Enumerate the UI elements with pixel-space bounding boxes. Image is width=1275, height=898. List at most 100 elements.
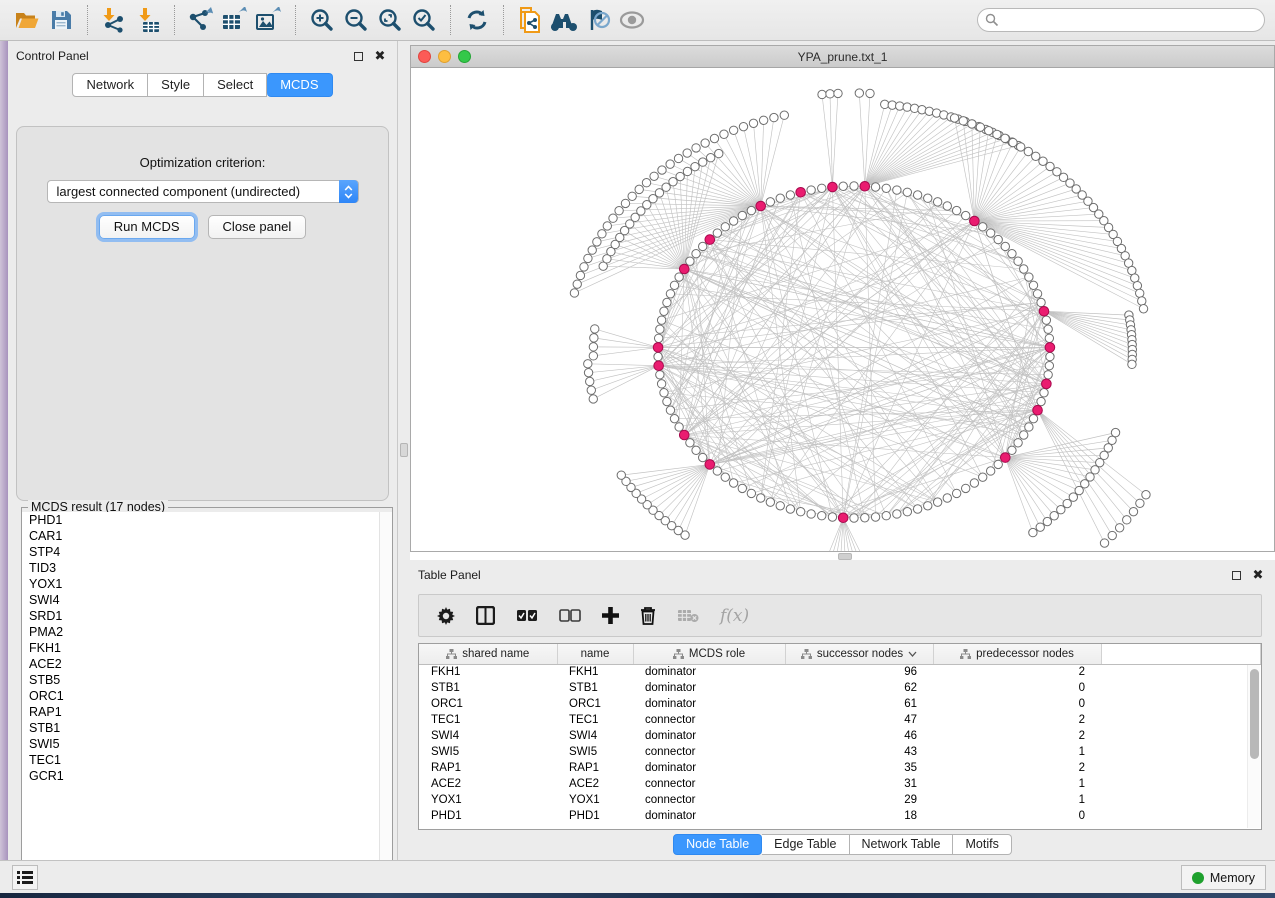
- memory-button[interactable]: Memory: [1181, 865, 1266, 890]
- shared-column-icon: [801, 649, 812, 659]
- float-table-panel-icon[interactable]: [1229, 568, 1243, 582]
- tab-mcds[interactable]: MCDS: [267, 73, 332, 97]
- import-table-button[interactable]: [131, 4, 165, 36]
- import-table-disabled-button: [677, 608, 699, 623]
- table-cell: dominator: [633, 808, 785, 824]
- network-canvas[interactable]: [411, 68, 1274, 551]
- horizontal-splitter[interactable]: [410, 552, 1275, 560]
- export-image-button[interactable]: [252, 4, 286, 36]
- column-header-shared-name[interactable]: shared name: [419, 644, 557, 664]
- float-panel-icon[interactable]: [351, 49, 365, 63]
- new-network-from-selection-button[interactable]: [513, 4, 547, 36]
- refresh-view-button[interactable]: [460, 4, 494, 36]
- zoom-fit-icon: [377, 7, 403, 33]
- search-input[interactable]: [977, 8, 1265, 32]
- zoom-fit-button[interactable]: [373, 4, 407, 36]
- close-panel-button[interactable]: Close panel: [208, 215, 307, 239]
- network-window-titlebar[interactable]: YPA_prune.txt_1: [411, 46, 1274, 68]
- table-cell: 1: [933, 744, 1101, 760]
- show-log-button[interactable]: [12, 865, 38, 890]
- zoom-in-button[interactable]: [305, 4, 339, 36]
- vertical-splitter-handle[interactable]: [400, 443, 408, 457]
- run-mcds-button[interactable]: Run MCDS: [99, 215, 195, 239]
- open-file-button[interactable]: [10, 4, 44, 36]
- mcds-result-item[interactable]: ACE2: [22, 656, 379, 672]
- deselect-all-rows-button[interactable]: [559, 609, 581, 622]
- mcds-result-item[interactable]: ORC1: [22, 688, 379, 704]
- network-graph[interactable]: [411, 68, 1274, 551]
- show-all-button[interactable]: [615, 4, 649, 36]
- column-header-name[interactable]: name: [557, 644, 633, 664]
- mcds-result-item[interactable]: CAR1: [22, 528, 379, 544]
- column-header-successor-nodes[interactable]: successor nodes: [785, 644, 933, 664]
- mcds-result-item[interactable]: FKH1: [22, 640, 379, 656]
- mcds-result-item[interactable]: SWI5: [22, 736, 379, 752]
- horizontal-splitter-handle[interactable]: [838, 553, 852, 560]
- criterion-select[interactable]: largest connected component (undirected): [47, 180, 359, 203]
- mcds-result-item[interactable]: PMA2: [22, 624, 379, 640]
- open-folder-icon: [14, 8, 40, 32]
- table-cell-filler: [1101, 760, 1261, 776]
- mcds-result-item[interactable]: STP4: [22, 544, 379, 560]
- table-cell: STB1: [419, 680, 557, 696]
- vertical-splitter[interactable]: [398, 41, 410, 860]
- gear-icon: [437, 607, 455, 625]
- tab-network-table[interactable]: Network Table: [850, 834, 954, 855]
- tab-network[interactable]: Network: [72, 73, 148, 97]
- tab-style[interactable]: Style: [148, 73, 204, 97]
- table-cell: ACE2: [557, 776, 633, 792]
- table-scrollbar-thumb[interactable]: [1250, 669, 1259, 759]
- close-table-panel-icon[interactable]: ✖: [1251, 568, 1265, 582]
- mcds-list-scrollbar[interactable]: [380, 512, 392, 877]
- table-cell: SWI5: [419, 744, 557, 760]
- table-row[interactable]: PHD1PHD1dominator180: [419, 808, 1261, 824]
- table-row[interactable]: SWI4SWI4dominator462: [419, 728, 1261, 744]
- mcds-result-item[interactable]: TEC1: [22, 752, 379, 768]
- table-scrollbar[interactable]: [1247, 665, 1260, 828]
- zoom-out-button[interactable]: [339, 4, 373, 36]
- table-row[interactable]: SWI5SWI5connector431: [419, 744, 1261, 760]
- mcds-result-item[interactable]: TID3: [22, 560, 379, 576]
- mcds-result-item[interactable]: PHD1: [22, 512, 379, 528]
- tab-select[interactable]: Select: [204, 73, 267, 97]
- table-cell: dominator: [633, 680, 785, 696]
- mcds-result-item[interactable]: GCR1: [22, 768, 379, 784]
- close-panel-icon[interactable]: ✖: [373, 49, 387, 63]
- table-row[interactable]: RAP1RAP1dominator352: [419, 760, 1261, 776]
- import-network-button[interactable]: [97, 4, 131, 36]
- table-row[interactable]: TEC1TEC1connector472: [419, 712, 1261, 728]
- table-cell: ORC1: [419, 696, 557, 712]
- toolbar-separator: [295, 5, 296, 35]
- export-network-button[interactable]: [184, 4, 218, 36]
- table-row[interactable]: ACE2ACE2connector311: [419, 776, 1261, 792]
- table-row[interactable]: STB1STB1dominator620: [419, 680, 1261, 696]
- create-column-button[interactable]: [602, 607, 619, 624]
- table-cell: 0: [933, 680, 1101, 696]
- column-header-filler: [1101, 644, 1261, 664]
- table-row[interactable]: ORC1ORC1dominator610: [419, 696, 1261, 712]
- mcds-result-item[interactable]: YOX1: [22, 576, 379, 592]
- tab-node-table[interactable]: Node Table: [673, 834, 762, 855]
- first-neighbors-button[interactable]: [547, 4, 581, 36]
- mcds-result-item[interactable]: STB5: [22, 672, 379, 688]
- save-session-button[interactable]: [44, 4, 78, 36]
- mcds-result-item[interactable]: SRD1: [22, 608, 379, 624]
- mcds-result-item[interactable]: SWI4: [22, 592, 379, 608]
- select-all-rows-button[interactable]: [516, 609, 538, 622]
- table-cell: connector: [633, 776, 785, 792]
- export-table-button[interactable]: [218, 4, 252, 36]
- delete-column-button[interactable]: [640, 606, 656, 625]
- hide-selected-button[interactable]: [581, 4, 615, 36]
- column-header-MCDS-role[interactable]: MCDS role: [633, 644, 785, 664]
- table-row[interactable]: FKH1FKH1dominator962: [419, 664, 1261, 680]
- column-header-predecessor-nodes[interactable]: predecessor nodes: [933, 644, 1101, 664]
- tab-edge-table[interactable]: Edge Table: [762, 834, 849, 855]
- tab-motifs[interactable]: Motifs: [953, 834, 1011, 855]
- table-settings-button[interactable]: [437, 607, 455, 625]
- mcds-result-item[interactable]: RAP1: [22, 704, 379, 720]
- table-row[interactable]: YOX1YOX1connector291: [419, 792, 1261, 808]
- zoom-selected-button[interactable]: [407, 4, 441, 36]
- mcds-result-item[interactable]: STB1: [22, 720, 379, 736]
- table-cell: connector: [633, 792, 785, 808]
- show-columns-button[interactable]: [476, 606, 495, 625]
